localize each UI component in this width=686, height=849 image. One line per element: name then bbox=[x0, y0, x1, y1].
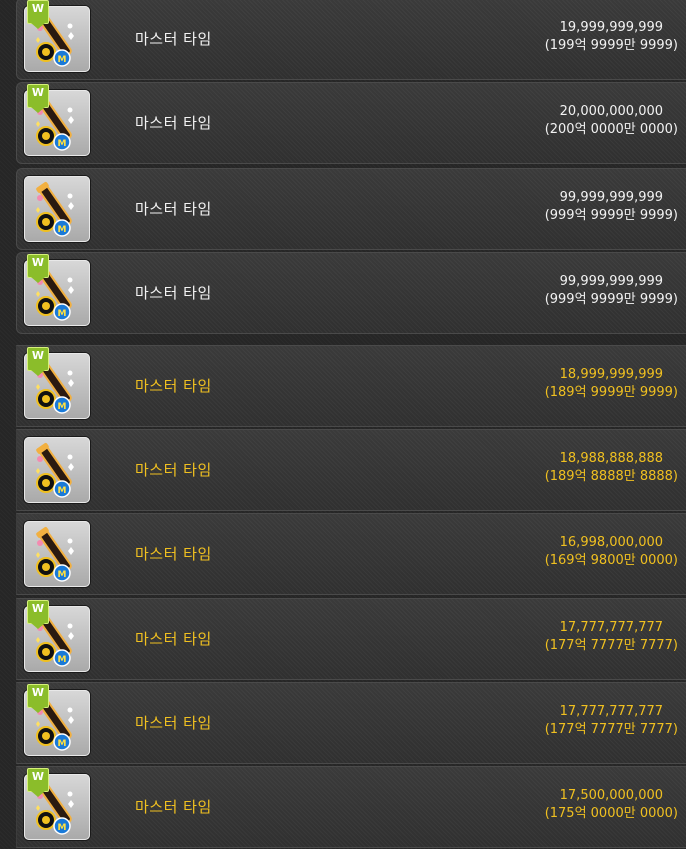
w-badge-icon: W bbox=[27, 347, 49, 376]
list-item[interactable]: M 마스터 타임 18,988,888,888 (189억 8888만 8888… bbox=[16, 429, 686, 511]
item-name: 마스터 타임 bbox=[135, 798, 212, 816]
item-name: 마스터 타임 bbox=[135, 114, 212, 132]
item-name: 마스터 타임 bbox=[135, 714, 212, 732]
svg-text:M: M bbox=[58, 486, 67, 496]
item-price: 17,500,000,000 (175억 0000만 0000) bbox=[545, 787, 678, 823]
item-price: 17,777,777,777 (177억 7777만 7777) bbox=[545, 703, 678, 739]
svg-text:M: M bbox=[58, 225, 67, 235]
master-time-icon: M bbox=[36, 527, 74, 582]
price-numeric: 19,999,999,999 bbox=[559, 20, 664, 35]
item-icon-frame: M bbox=[24, 176, 90, 242]
item-name: 마스터 타임 bbox=[135, 200, 212, 218]
price-korean: (199억 9999만 9999) bbox=[544, 38, 678, 53]
svg-text:M: M bbox=[58, 402, 67, 412]
list-item[interactable]: W M 마스터 타임 99,999,999,999 (999억 9999만 99 bbox=[16, 252, 686, 334]
item-icon-frame: M bbox=[24, 437, 90, 503]
w-badge-icon: W bbox=[27, 768, 49, 797]
item-name: 마스터 타임 bbox=[135, 377, 212, 395]
svg-text:M: M bbox=[58, 570, 67, 580]
list-item[interactable]: W M 마스터 타임 18,999,999,999 (189억 9999만 99 bbox=[16, 345, 686, 427]
master-time-icon: M bbox=[36, 182, 74, 237]
item-name: 마스터 타임 bbox=[135, 284, 212, 302]
price-korean: (999억 9999만 9999) bbox=[544, 208, 678, 223]
list-item[interactable]: W M 마스터 타임 17,777,777,777 (177억 7777만 77 bbox=[16, 682, 686, 764]
price-korean: (175억 0000만 0000) bbox=[544, 806, 678, 821]
item-icon-frame: W M bbox=[24, 254, 90, 326]
svg-text:M: M bbox=[58, 739, 67, 749]
price-numeric: 17,777,777,777 bbox=[559, 620, 664, 635]
price-numeric: 99,999,999,999 bbox=[559, 190, 664, 205]
svg-text:M: M bbox=[58, 823, 67, 833]
price-korean: (999억 9999만 9999) bbox=[544, 292, 678, 307]
item-price: 20,000,000,000 (200억 0000만 0000) bbox=[545, 103, 678, 139]
svg-text:M: M bbox=[58, 139, 67, 149]
item-name: 마스터 타임 bbox=[135, 630, 212, 648]
list-item[interactable]: M 마스터 타임 16,998,000,000 (169억 9800만 0000… bbox=[16, 513, 686, 595]
list-item[interactable]: W M 마스터 타임 17,777,777,777 (177억 7777만 77 bbox=[16, 598, 686, 680]
w-badge-icon: W bbox=[27, 684, 49, 713]
item-icon-frame: W M bbox=[24, 84, 90, 156]
item-icon-frame: W M bbox=[24, 684, 90, 756]
price-korean: (200억 0000만 0000) bbox=[544, 122, 678, 137]
item-name: 마스터 타임 bbox=[135, 545, 212, 563]
item-listing: W M 마스터 타임 19,999,999,999 (199억 9999만 99 bbox=[0, 0, 686, 849]
price-korean: (189억 9999만 9999) bbox=[544, 385, 678, 400]
price-korean: (177억 7777만 7777) bbox=[544, 722, 678, 737]
price-korean: (177억 7777만 7777) bbox=[544, 638, 678, 653]
price-numeric: 17,777,777,777 bbox=[559, 704, 664, 719]
item-name: 마스터 타임 bbox=[135, 30, 212, 48]
list-item[interactable]: W M 마스터 타임 17,500,000,000 (175억 0000만 00 bbox=[16, 766, 686, 848]
item-price: 17,777,777,777 (177억 7777만 7777) bbox=[545, 619, 678, 655]
item-price: 99,999,999,999 (999억 9999만 9999) bbox=[545, 273, 678, 309]
item-icon-frame: W M bbox=[24, 600, 90, 672]
w-badge-icon: W bbox=[27, 600, 49, 629]
item-icon-frame: W M bbox=[24, 0, 90, 72]
item-price: 16,998,000,000 (169억 9800만 0000) bbox=[545, 534, 678, 570]
item-price: 19,999,999,999 (199억 9999만 9999) bbox=[545, 19, 678, 55]
item-name: 마스터 타임 bbox=[135, 461, 212, 479]
price-numeric: 99,999,999,999 bbox=[559, 274, 664, 289]
master-time-icon: M bbox=[36, 443, 74, 498]
list-item[interactable]: W M 마스터 타임 19,999,999,999 (199억 9999만 99 bbox=[16, 0, 686, 80]
item-price: 18,999,999,999 (189억 9999만 9999) bbox=[545, 366, 678, 402]
price-korean: (189억 8888만 8888) bbox=[544, 469, 678, 484]
price-numeric: 17,500,000,000 bbox=[559, 788, 664, 803]
price-numeric: 16,998,000,000 bbox=[559, 535, 664, 550]
price-numeric: 18,999,999,999 bbox=[559, 367, 664, 382]
price-korean: (169억 9800만 0000) bbox=[544, 553, 678, 568]
w-badge-icon: W bbox=[27, 254, 49, 283]
w-badge-icon: W bbox=[27, 0, 49, 29]
list-item[interactable]: W M 마스터 타임 20,000,000,000 (200억 0000만 00 bbox=[16, 82, 686, 164]
item-icon-frame: W M bbox=[24, 347, 90, 419]
list-item[interactable]: M 마스터 타임 99,999,999,999 (999억 9999만 9999… bbox=[16, 168, 686, 250]
price-numeric: 18,988,888,888 bbox=[559, 451, 664, 466]
svg-text:M: M bbox=[58, 55, 67, 65]
item-price: 99,999,999,999 (999억 9999만 9999) bbox=[545, 189, 678, 225]
item-icon-frame: M bbox=[24, 521, 90, 587]
item-icon-frame: W M bbox=[24, 768, 90, 840]
item-price: 18,988,888,888 (189억 8888만 8888) bbox=[545, 450, 678, 486]
svg-text:M: M bbox=[58, 655, 67, 665]
svg-text:M: M bbox=[58, 309, 67, 319]
price-numeric: 20,000,000,000 bbox=[559, 104, 664, 119]
w-badge-icon: W bbox=[27, 84, 49, 113]
